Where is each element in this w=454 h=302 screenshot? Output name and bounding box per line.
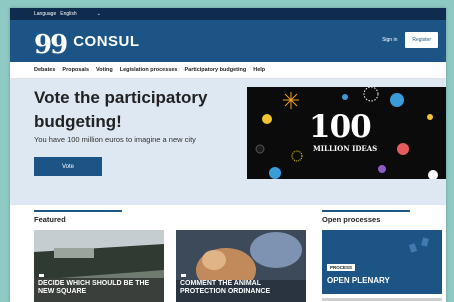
nav-item-debates[interactable]: Debates (34, 67, 55, 73)
quote-mark-icon: 99 (34, 30, 68, 60)
chevron-down-icon: ⌄ (96, 11, 101, 17)
process-decoration (408, 237, 429, 253)
vote-button[interactable]: Vote (34, 157, 102, 176)
process-description-placeholder (322, 298, 442, 301)
nav-item-legislation[interactable]: Legislation processes (120, 67, 178, 73)
nav-item-proposals[interactable]: Proposals (62, 67, 89, 73)
featured-title: Featured (34, 215, 66, 224)
featured-card-square[interactable]: DECIDE WHICH SHOULD BE THE NEW SQUARE (34, 230, 164, 302)
card-title: COMMENT THE ANIMAL PROTECTION ORDINANCE (180, 280, 271, 295)
main-nav: Debates Proposals Voting Legislation pro… (10, 62, 446, 79)
language-select[interactable]: English ⌄ (60, 11, 101, 17)
million-ideas-image[interactable]: 100 MILLION IDEAS (247, 87, 446, 179)
language-bar: Language English ⌄ (10, 8, 446, 20)
featured-divider (34, 210, 122, 212)
nav-item-help[interactable]: Help (253, 67, 265, 73)
browser-page: Language English ⌄ 99 CONSUL Sign in Reg… (10, 8, 446, 302)
register-button[interactable]: Register (405, 32, 438, 48)
process-badge: PROCESS (327, 264, 356, 271)
banner-caption: MILLION IDEAS (313, 144, 378, 153)
nav-item-budgeting[interactable]: Participatory budgeting (184, 67, 246, 73)
open-processes-title: Open processes (322, 215, 381, 224)
nav-item-voting[interactable]: Voting (96, 67, 113, 73)
banner-number: 100 (309, 109, 372, 145)
processes-divider (322, 210, 410, 212)
language-value: English (60, 11, 77, 17)
site-header: 99 CONSUL Sign in Register (10, 20, 446, 62)
auth-links: Sign in Register (382, 32, 438, 48)
card-tag-icon (39, 274, 44, 277)
logo-text: CONSUL (73, 32, 140, 50)
language-label: Language (34, 11, 57, 17)
card-tag-icon (181, 274, 186, 277)
hero-title: Vote the participatory budgeting! (34, 88, 208, 131)
hero-banner: Vote the participatory budgeting! You ha… (10, 79, 446, 205)
hero-subtitle: You have 100 million euros to imagine a … (34, 135, 196, 144)
featured-card-ordinance[interactable]: COMMENT THE ANIMAL PROTECTION ORDINANCE (176, 230, 306, 302)
card-title: DECIDE WHICH SHOULD BE THE NEW SQUARE (38, 280, 150, 295)
site-logo[interactable]: 99 CONSUL (34, 24, 140, 58)
process-title: OPEN PLENARY (327, 276, 390, 285)
process-card[interactable]: PROCESS OPEN PLENARY (322, 230, 442, 294)
sign-in-link[interactable]: Sign in (382, 37, 397, 43)
